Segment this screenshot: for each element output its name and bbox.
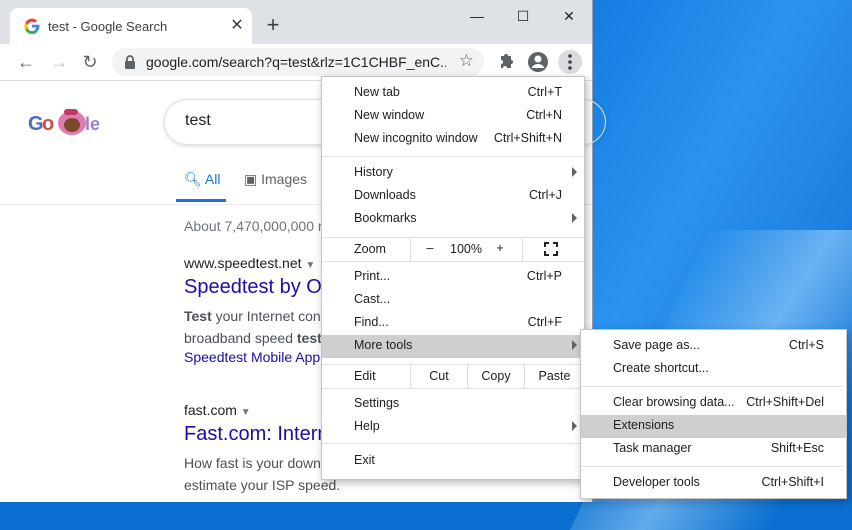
copy-button[interactable]: Copy [468,369,524,383]
menu-help[interactable]: Help [322,416,584,439]
paste-button[interactable]: Paste [525,369,584,383]
result-sitelink[interactable]: Speedtest Mobile App [184,349,322,365]
chrome-menu-kebab-icon[interactable] [558,50,582,74]
submenu-extensions[interactable]: Extensions [581,415,846,438]
menu-downloads[interactable]: Downloads Ctrl+J [322,185,584,208]
menu-find[interactable]: Find... Ctrl+F [322,312,584,335]
tab-close-icon[interactable]: ✕ [228,17,246,35]
tab-all[interactable]: 🔍︎ All [175,171,228,202]
result-snippet: How fast is your down estimate your ISP s… [184,455,341,493]
submenu-task-manager[interactable]: Task manager Shift+Esc [581,438,846,461]
menu-edit-label: Edit [354,369,376,383]
minimize-button[interactable]: — [454,0,500,32]
submenu-separator [581,386,843,387]
submenu-separator [581,466,843,467]
submenu-clear-browsing-data[interactable]: Clear browsing data... Ctrl+Shift+Del [581,392,846,415]
maximize-button[interactable]: ☐ [500,0,546,32]
chrome-main-menu: New tab Ctrl+T New window Ctrl+N New incog… [321,76,585,480]
more-tools-submenu: Save page as... Ctrl+S Create shortcut...… [580,329,847,499]
dropdown-arrow-icon[interactable]: ▼ [305,260,315,271]
menu-print[interactable]: Print... Ctrl+P [322,266,584,289]
menu-exit[interactable]: Exit [322,450,584,473]
result-title-link[interactable]: Speedtest by O [184,276,322,299]
menu-zoom-row: Zoom – 100% + [322,237,584,262]
svg-text:o: o [42,113,54,135]
submenu-arrow-icon [572,213,577,223]
menu-more-tools[interactable]: More tools [322,335,584,358]
image-icon: ▣ [244,171,258,187]
title-bar: test - Google Search ✕ + — ☐ ✕ [0,0,592,44]
menu-edit-row: Edit Cut Copy Paste [322,364,584,389]
google-doodle-logo[interactable]: G o le [28,103,104,139]
menu-cast[interactable]: Cast... [322,289,584,312]
menu-separator [322,443,584,444]
dropdown-arrow-icon[interactable]: ▼ [241,407,251,418]
menu-history[interactable]: History [322,162,584,185]
reload-icon[interactable]: ↻ [78,50,102,74]
forward-arrow-icon[interactable]: → [47,50,71,74]
tab-images-label: Images [261,171,308,187]
lock-icon [125,55,135,69]
bookmark-star-icon[interactable]: ☆ [459,51,474,71]
submenu-arrow-icon [572,421,577,431]
submenu-arrow-icon [572,167,577,177]
submenu-developer-tools[interactable]: Developer tools Ctrl+Shift+I [581,472,846,495]
zoom-in-button[interactable]: + [492,241,508,255]
menu-settings[interactable]: Settings [322,393,584,416]
close-window-button[interactable]: ✕ [546,0,592,32]
zoom-level: 100% [450,242,482,256]
submenu-save-page[interactable]: Save page as... Ctrl+S [581,335,846,358]
tab-title: test - Google Search [48,19,168,34]
result-snippet: Test your Internet con broadband speed te… [184,308,322,346]
extensions-puzzle-icon[interactable] [494,50,518,74]
address-bar[interactable]: google.com/search?q=test&rlz=1C1CHBF_enC… [112,48,484,76]
menu-new-tab[interactable]: New tab Ctrl+T [322,82,584,105]
menu-separator [322,156,584,157]
menu-bookmarks[interactable]: Bookmarks [322,208,584,231]
address-url: google.com/search?q=test&rlz=1C1CHBF_enC… [146,54,446,70]
profile-avatar-icon[interactable] [526,50,550,74]
zoom-out-button[interactable]: – [422,241,438,255]
svg-text:le: le [85,114,100,134]
result-stats: About 7,470,000,000 r [184,218,323,234]
result-cite[interactable]: www.speedtest.net ▼ [184,255,322,271]
menu-zoom-divider [522,238,523,261]
search-icon: 🔍︎ [184,171,202,187]
menu-new-window[interactable]: New window Ctrl+N [322,105,584,128]
google-favicon-icon [24,18,40,34]
cut-button[interactable]: Cut [411,369,467,383]
submenu-create-shortcut[interactable]: Create shortcut... [581,358,846,381]
result-title-link[interactable]: Fast.com: Intern [184,423,340,446]
search-query: test [185,112,211,129]
menu-zoom-divider [410,238,411,261]
browser-tab[interactable]: test - Google Search ✕ [10,8,252,44]
fullscreen-icon[interactable] [544,242,558,256]
tab-images[interactable]: ▣ Images [244,171,307,201]
back-arrow-icon[interactable]: ← [14,50,38,74]
submenu-arrow-icon [572,340,577,350]
result-cite[interactable]: fast.com ▼ [184,402,340,418]
search-result: fast.com ▼ Fast.com: Intern How fast is … [184,402,340,496]
menu-zoom-label: Zoom [354,242,386,256]
search-result: www.speedtest.net ▼ Speedtest by O Test … [184,255,322,365]
menu-new-incognito-window[interactable]: New incognito window Ctrl+Shift+N [322,128,584,151]
tab-all-label: All [204,171,221,187]
new-tab-button[interactable]: + [262,14,284,36]
